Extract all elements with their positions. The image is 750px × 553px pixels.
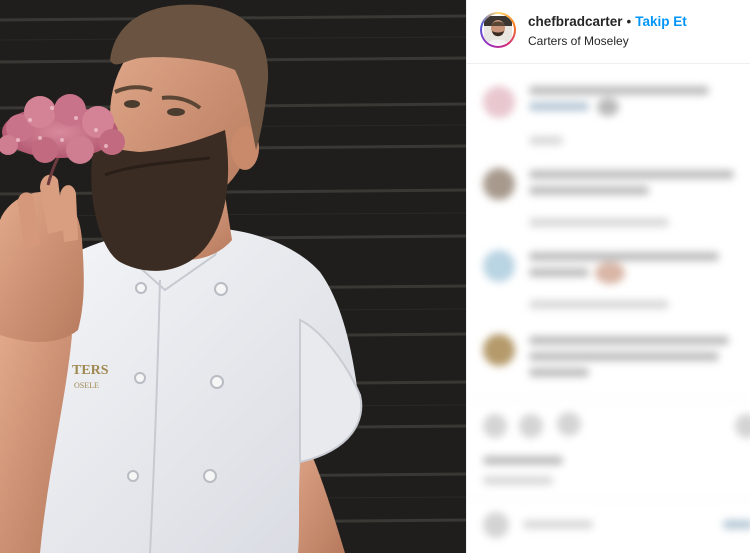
shirt-logo-line2: OSELE (74, 381, 99, 390)
more-options-button[interactable]: ⋮ (743, 20, 750, 40)
date-placeholder (483, 476, 553, 485)
comment-text-placeholder (529, 102, 589, 111)
comment-text-placeholder (529, 336, 729, 345)
user-line: chefbradcarter • Takip Et (528, 14, 687, 29)
comment-meta-placeholder (529, 136, 563, 145)
comment-input-placeholder[interactable] (523, 520, 593, 529)
emoji-placeholder (597, 98, 619, 116)
post-photo[interactable]: TERS OSELE (0, 0, 466, 553)
emoji-placeholder (595, 262, 625, 284)
avatar[interactable] (482, 14, 514, 46)
more-icon: ⋮ (743, 20, 750, 37)
comment-avatar (483, 168, 515, 200)
comment-text-placeholder (529, 252, 719, 261)
location-link[interactable]: Carters of Moseley (528, 34, 629, 48)
follow-button[interactable]: Takip Et (635, 14, 687, 29)
comment-text-placeholder (529, 86, 709, 95)
emoji-picker-icon[interactable] (483, 512, 509, 538)
post-header: chefbradcarter • Takip Et Carters of Mosel… (467, 0, 750, 64)
comment-avatar (483, 250, 515, 282)
comment-text-placeholder (529, 170, 734, 179)
avatar-image (484, 16, 512, 44)
comment-avatar (483, 86, 515, 118)
post-side-panel: chefbradcarter • Takip Et Carters of Mosel… (466, 0, 750, 553)
comment-avatar (483, 334, 515, 366)
divider (467, 399, 750, 400)
comment-text-placeholder (529, 368, 589, 377)
comment-icon[interactable] (519, 414, 543, 438)
like-icon[interactable] (483, 414, 507, 438)
divider (467, 498, 750, 499)
post-comment-button[interactable] (723, 520, 750, 529)
comments-list (467, 64, 750, 553)
share-icon[interactable] (557, 412, 581, 436)
username-link[interactable]: chefbradcarter (528, 14, 623, 29)
chef-photo-image: TERS OSELE (0, 0, 466, 553)
comment-meta-placeholder (529, 218, 669, 227)
save-icon[interactable] (735, 414, 750, 438)
shirt-logo-line1: TERS (72, 363, 109, 378)
comment-text-placeholder (529, 186, 649, 195)
comment-meta-placeholder (529, 300, 669, 309)
story-ring[interactable] (480, 12, 516, 48)
likes-placeholder (483, 456, 563, 465)
separator-dot: • (626, 14, 632, 29)
comment-text-placeholder (529, 268, 589, 277)
comment-text-placeholder (529, 352, 719, 361)
